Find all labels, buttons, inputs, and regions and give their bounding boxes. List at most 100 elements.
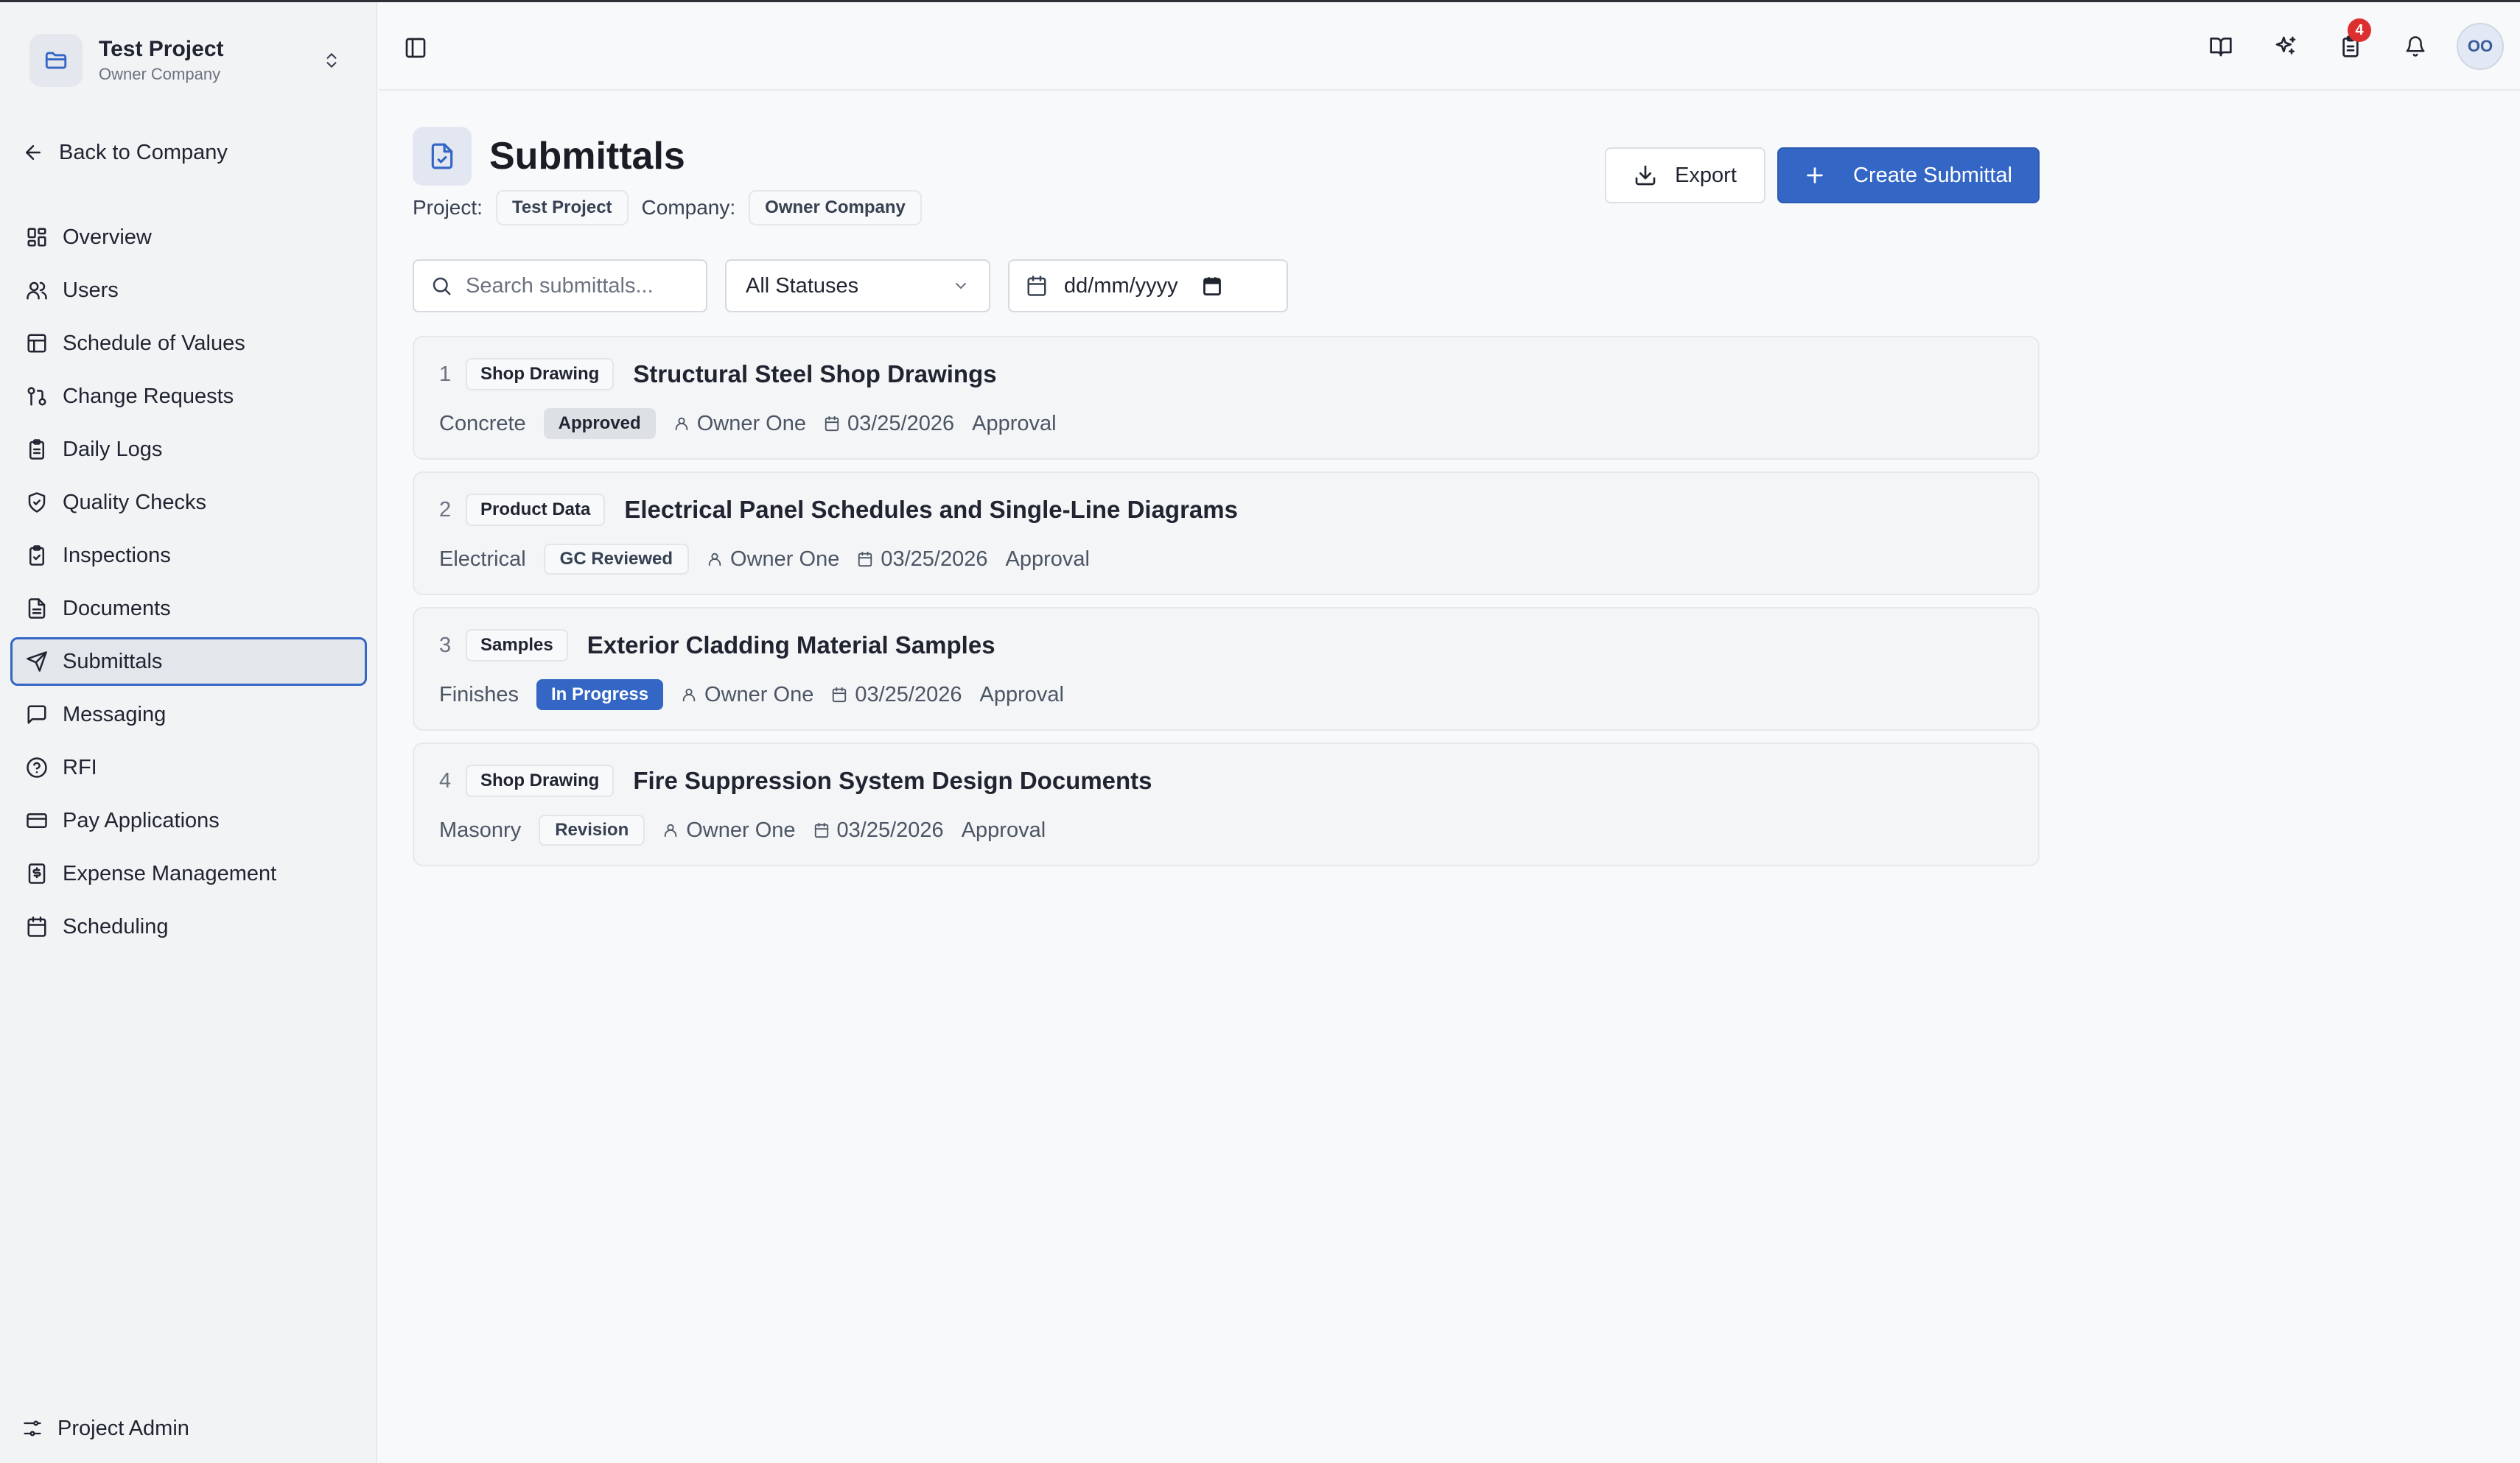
sidebar-item-label: Quality Checks bbox=[63, 490, 207, 514]
submittal-action: Approval bbox=[1005, 547, 1090, 571]
submittal-category: Electrical bbox=[439, 547, 526, 571]
file-text-icon bbox=[28, 598, 46, 619]
sidebar-item-scheduling[interactable]: Scheduling bbox=[10, 902, 367, 951]
status-filter-select[interactable]: All Statuses bbox=[725, 259, 990, 312]
file-check-icon bbox=[413, 127, 472, 186]
submittal-card[interactable]: 3 Samples Exterior Cladding Material Sam… bbox=[413, 607, 2040, 731]
user-icon bbox=[664, 824, 677, 838]
sidebar-item-label: Inspections bbox=[63, 543, 171, 567]
sidebar-item-quality-checks[interactable]: Quality Checks bbox=[10, 478, 367, 527]
sparkles-icon bbox=[2275, 36, 2296, 55]
sidebar-item-label: Change Requests bbox=[63, 384, 234, 408]
user-avatar[interactable]: OO bbox=[2457, 23, 2504, 70]
submittal-card[interactable]: 1 Shop Drawing Structural Steel Shop Dra… bbox=[413, 336, 2040, 460]
ai-assistant-button[interactable] bbox=[2262, 23, 2309, 70]
tasks-count-badge: 4 bbox=[2348, 18, 2371, 42]
submittal-title: Exterior Cladding Material Samples bbox=[587, 631, 995, 659]
sidebar-toggle-button[interactable] bbox=[399, 32, 432, 64]
sidebar-item-daily-logs[interactable]: Daily Logs bbox=[10, 425, 367, 474]
submittal-type-badge: Shop Drawing bbox=[466, 358, 615, 390]
submittal-action: Approval bbox=[961, 818, 1046, 842]
tasks-button[interactable]: 4 bbox=[2327, 18, 2374, 70]
export-button[interactable]: Export bbox=[1605, 147, 1765, 203]
submittal-card[interactable]: 4 Shop Drawing Fire Suppression System D… bbox=[413, 743, 2040, 866]
project-switcher[interactable]: Test Project Owner Company bbox=[25, 29, 354, 92]
clipboard-check-icon bbox=[29, 545, 44, 566]
submittal-date: 03/25/2026 bbox=[836, 818, 944, 842]
submittal-title: Fire Suppression System Design Documents bbox=[633, 767, 1152, 794]
receipt-icon bbox=[28, 863, 46, 884]
submittal-number: 3 bbox=[439, 633, 452, 657]
sidebar-item-rfi[interactable]: RFI bbox=[10, 743, 367, 792]
top-header: 4 OO bbox=[379, 2, 2520, 91]
sidebar-item-label: RFI bbox=[63, 755, 97, 779]
git-pull-request-icon bbox=[27, 387, 46, 406]
submittal-title: Structural Steel Shop Drawings bbox=[633, 360, 997, 387]
date-filter-placeholder: dd/mm/yyyy bbox=[1064, 273, 1178, 298]
export-label: Export bbox=[1675, 163, 1737, 187]
submittal-number: 1 bbox=[439, 362, 452, 386]
notifications-button[interactable] bbox=[2392, 23, 2439, 70]
submittal-card[interactable]: 2 Product Data Electrical Panel Schedule… bbox=[413, 471, 2040, 595]
bell-icon bbox=[2406, 36, 2425, 57]
sidebar-item-submittals[interactable]: Submittals bbox=[10, 637, 367, 686]
sidebar-item-messaging[interactable]: Messaging bbox=[10, 690, 367, 739]
sidebar-item-label: Submittals bbox=[63, 649, 163, 673]
calendar-icon bbox=[825, 415, 839, 432]
date-picker-icon[interactable] bbox=[1202, 276, 1222, 296]
submittal-date: 03/25/2026 bbox=[847, 411, 955, 435]
docs-button[interactable] bbox=[2197, 23, 2244, 70]
sidebar-item-schedule-of-values[interactable]: Schedule of Values bbox=[10, 319, 367, 368]
sidebar-item-label: Expense Management bbox=[63, 861, 277, 885]
page-title: Submittals bbox=[489, 135, 685, 178]
submittal-owner: Owner One bbox=[730, 547, 840, 571]
users-icon bbox=[27, 281, 47, 300]
sidebar-item-pay-applications[interactable]: Pay Applications bbox=[10, 796, 367, 845]
status-badge: Approved bbox=[543, 408, 656, 439]
submittal-type-badge: Samples bbox=[466, 629, 568, 662]
submittal-action: Approval bbox=[972, 411, 1057, 435]
company-label: Company: bbox=[641, 196, 736, 219]
submittal-category: Concrete bbox=[439, 411, 526, 435]
sidebar-item-inspections[interactable]: Inspections bbox=[10, 531, 367, 580]
sidebar-item-documents[interactable]: Documents bbox=[10, 584, 367, 633]
panel-left-icon bbox=[405, 38, 426, 58]
project-company: Owner Company bbox=[99, 65, 221, 83]
company-chip: Owner Company bbox=[749, 190, 922, 225]
sidebar-item-label: Documents bbox=[63, 596, 171, 620]
back-to-company-label: Back to Company bbox=[59, 140, 228, 164]
sidebar-item-label: Overview bbox=[63, 225, 152, 249]
project-admin-link[interactable]: Project Admin bbox=[22, 1409, 189, 1448]
chevron-down-icon bbox=[956, 283, 966, 290]
sidebar-item-users[interactable]: Users bbox=[10, 266, 367, 315]
sidebar-item-label: Pay Applications bbox=[63, 808, 220, 832]
back-to-company-link[interactable]: Back to Company bbox=[22, 133, 228, 172]
plus-icon bbox=[1807, 167, 1823, 183]
submittal-owner: Owner One bbox=[704, 682, 814, 706]
submittal-number: 4 bbox=[439, 768, 452, 793]
submittal-category: Masonry bbox=[439, 818, 522, 842]
project-nav: Overview Users Schedule of Values Change… bbox=[10, 213, 367, 955]
date-filter-input[interactable]: dd/mm/yyyy bbox=[1008, 259, 1288, 312]
search-input[interactable] bbox=[466, 273, 701, 298]
status-badge: In Progress bbox=[536, 679, 664, 710]
submittal-owner: Owner One bbox=[696, 411, 806, 435]
submittal-number: 2 bbox=[439, 497, 452, 522]
sidebar-item-change-requests[interactable]: Change Requests bbox=[10, 372, 367, 421]
user-icon bbox=[708, 552, 721, 566]
calendar-icon bbox=[833, 687, 847, 703]
credit-card-icon bbox=[27, 813, 47, 828]
help-circle-icon bbox=[27, 757, 47, 778]
sidebar-item-overview[interactable]: Overview bbox=[10, 213, 367, 262]
user-icon bbox=[682, 688, 696, 702]
status-badge: Revision bbox=[539, 815, 645, 846]
shield-check-icon bbox=[28, 492, 46, 513]
table-icon bbox=[27, 334, 46, 353]
submittal-type-badge: Product Data bbox=[466, 494, 606, 526]
project-name: Test Project bbox=[99, 37, 224, 61]
sidebar-item-expense-management[interactable]: Expense Management bbox=[10, 849, 367, 898]
search-field[interactable] bbox=[413, 259, 707, 312]
sidebar-item-label: Scheduling bbox=[63, 914, 169, 939]
create-submittal-button[interactable]: Create Submittal bbox=[1777, 147, 2040, 203]
folder-icon bbox=[29, 34, 83, 87]
